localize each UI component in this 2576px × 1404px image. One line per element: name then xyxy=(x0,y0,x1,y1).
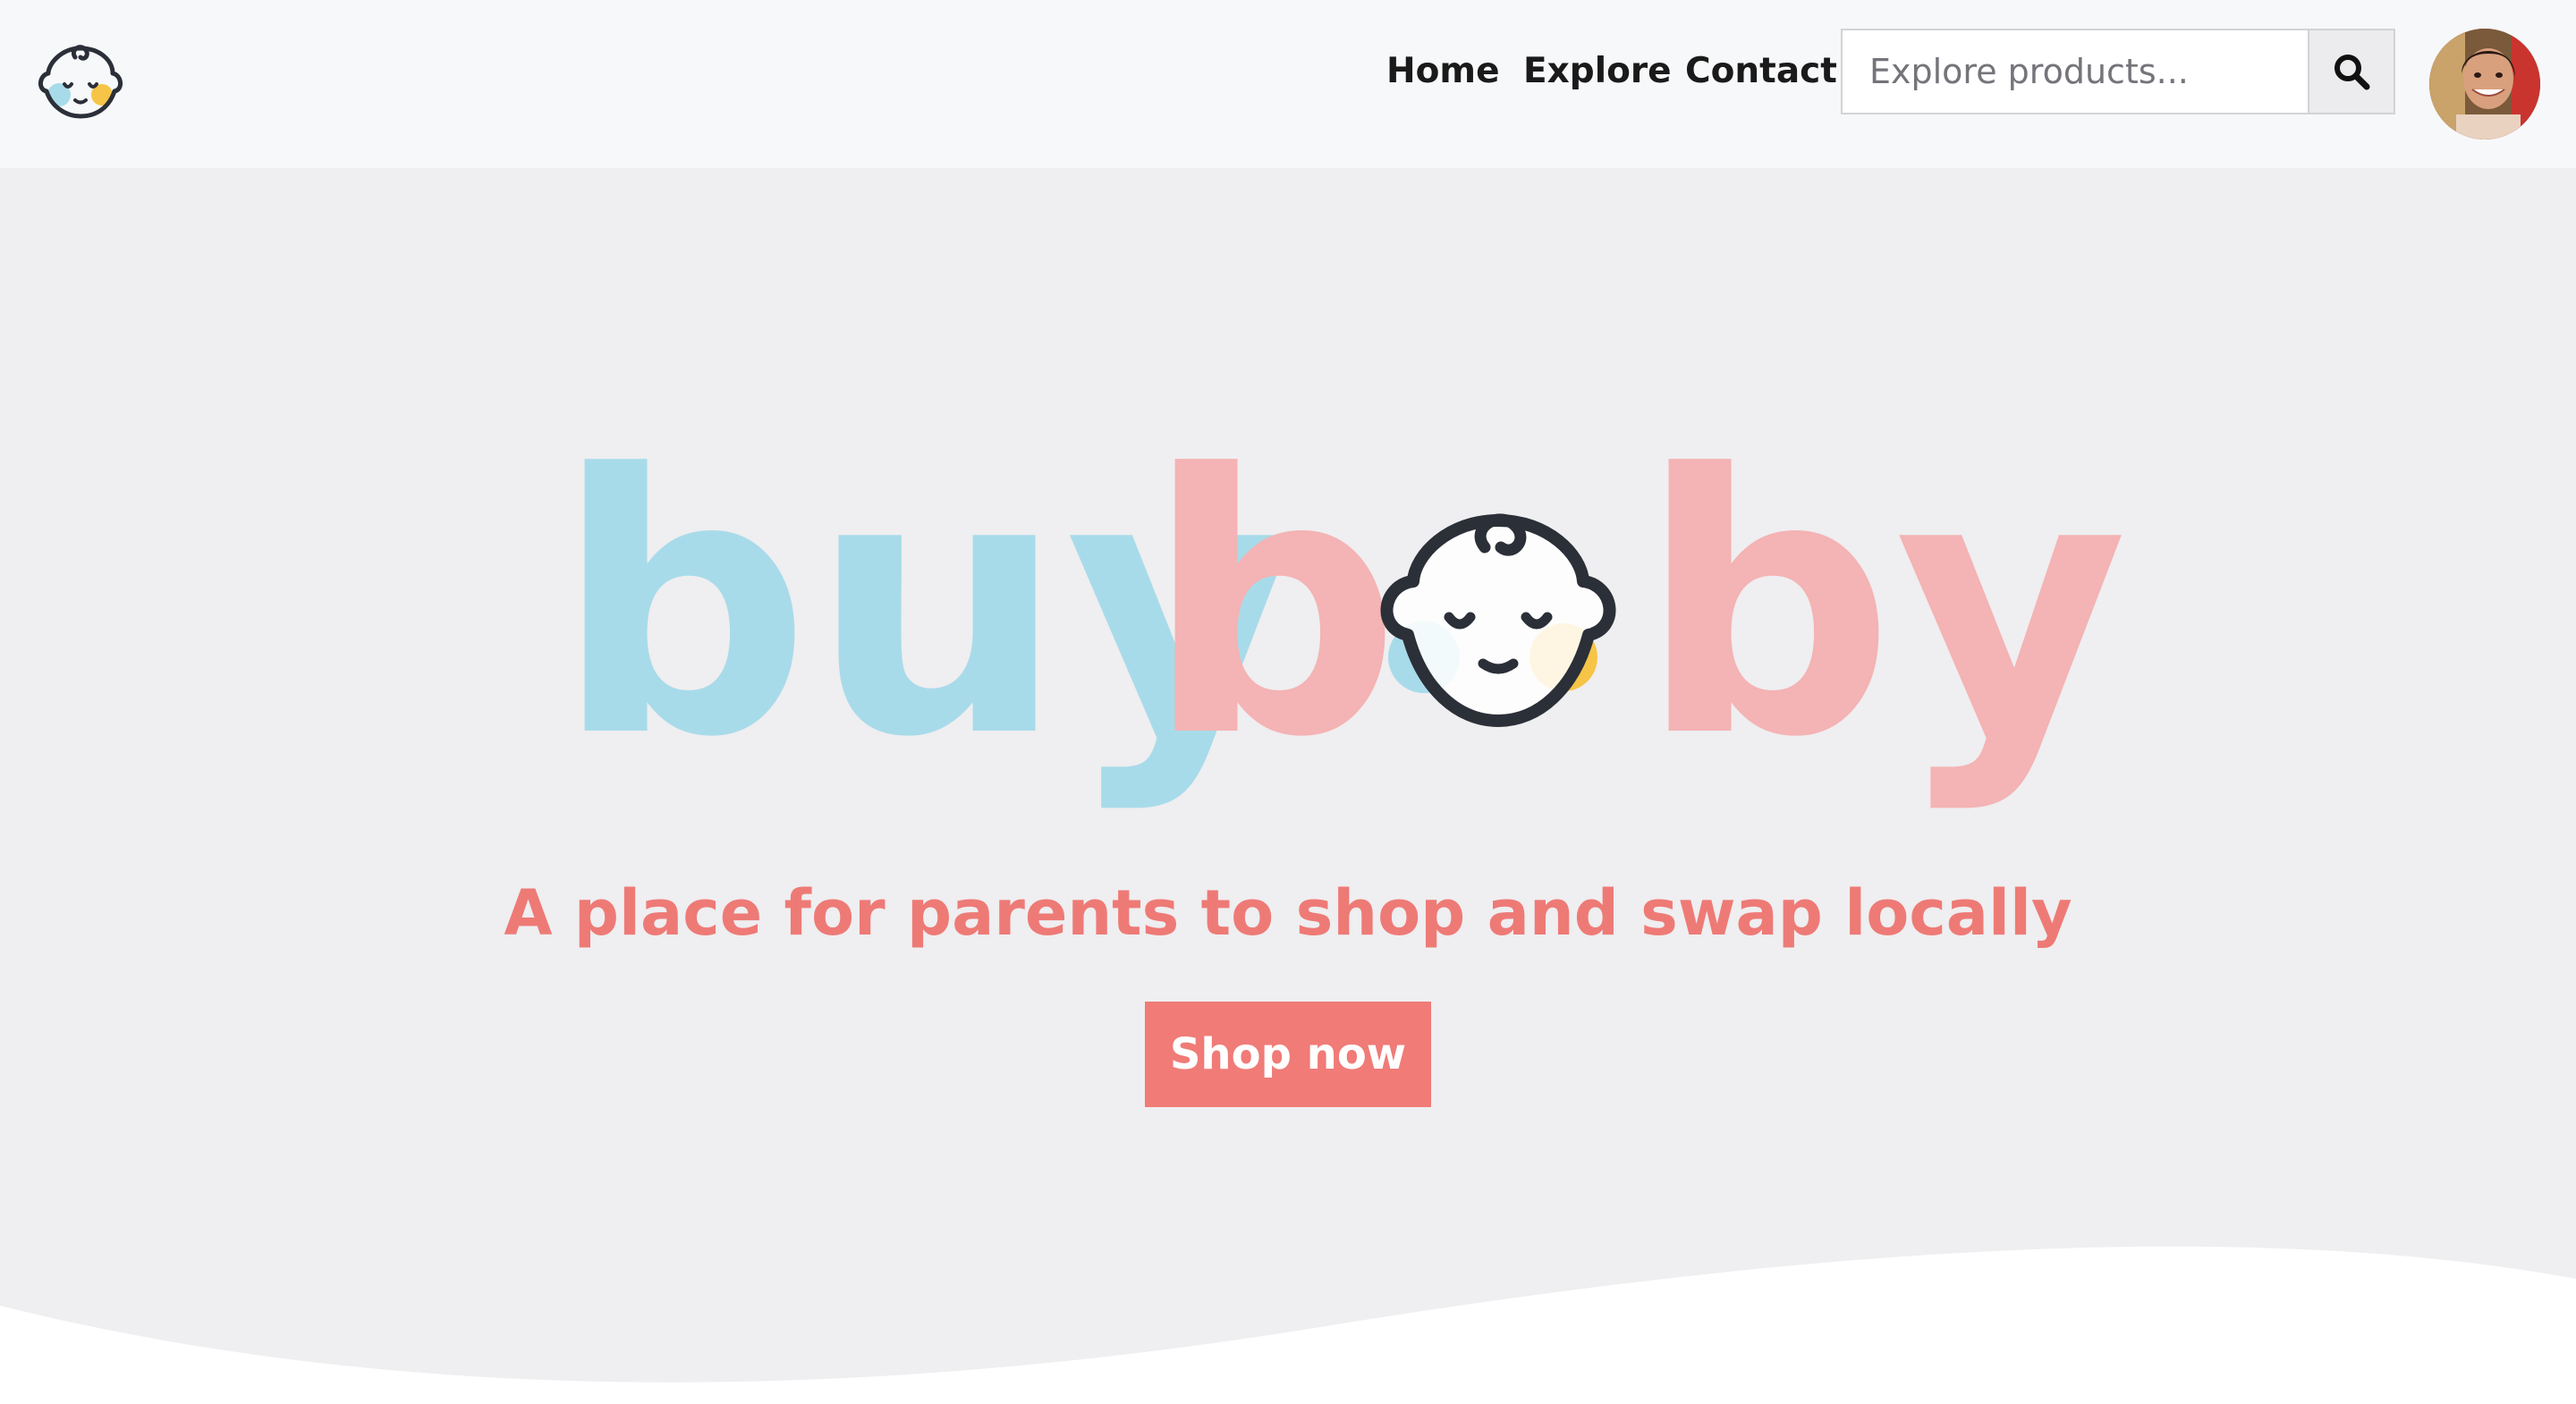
hero-wordmark: buy b by xyxy=(555,429,2128,805)
wordmark-by: by xyxy=(1639,400,2129,816)
shop-now-button[interactable]: Shop now xyxy=(1145,1002,1431,1107)
search-input[interactable] xyxy=(1841,29,2309,114)
search-icon xyxy=(2334,55,2370,90)
baby-face-icon xyxy=(1380,513,1616,727)
nav-link-explore[interactable]: Explore xyxy=(1523,47,1672,97)
search-button[interactable] xyxy=(2309,29,2395,114)
wave-divider xyxy=(0,1246,2576,1404)
search-bar xyxy=(1841,29,2395,114)
navbar: Home Explore Contact xyxy=(0,0,2576,168)
hero-tagline: A place for parents to shop and swap loc… xyxy=(504,876,2072,950)
baby-face-logo-icon[interactable] xyxy=(34,38,127,122)
nav-link-home[interactable]: Home xyxy=(1386,47,1500,97)
user-avatar[interactable] xyxy=(2429,29,2540,140)
user-photo-icon xyxy=(2429,29,2540,140)
nav-link-contact[interactable]: Contact xyxy=(1685,47,1837,97)
